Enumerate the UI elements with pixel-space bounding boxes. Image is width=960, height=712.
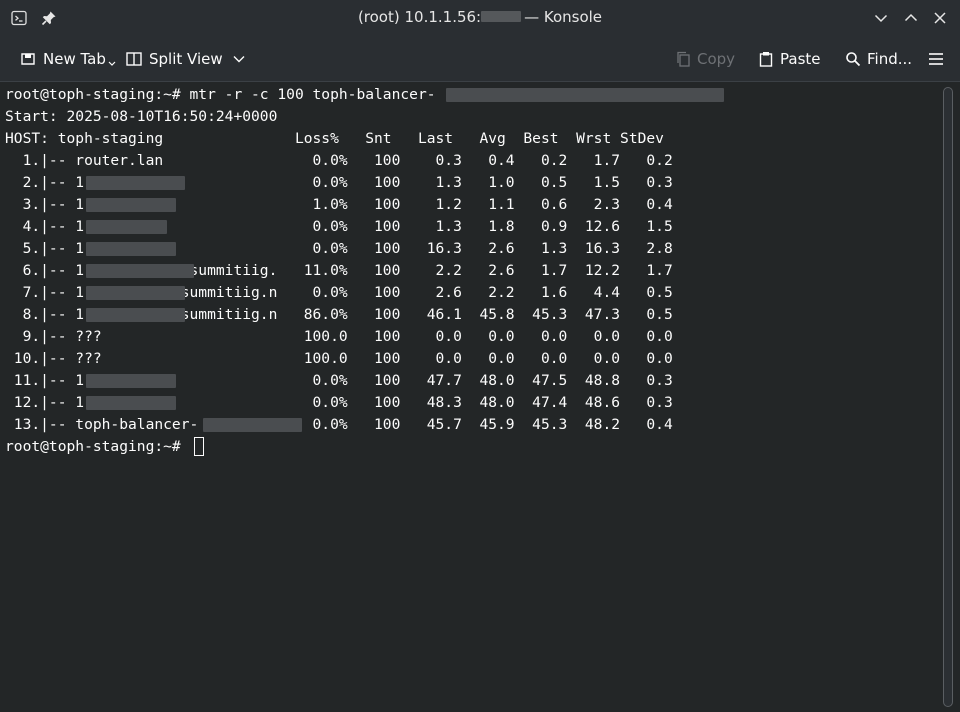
new-tab-icon (21, 53, 35, 65)
find-label: Find... (867, 50, 913, 68)
copy-icon (677, 51, 690, 67)
hamburger-menu-button[interactable] (928, 48, 950, 70)
terminal-start-line: Start: 2025-08-10T16:50:24+0000 (5, 108, 278, 125)
mtr-header-row: HOST: toph-staging Loss% Snt Last Avg Be… (5, 130, 664, 147)
minimize-button[interactable] (872, 9, 890, 27)
paste-icon (759, 52, 773, 67)
terminal-prompt-line: root@toph-staging:~# (5, 438, 190, 455)
redacted-hostname (446, 88, 724, 102)
split-view-button[interactable]: Split View (125, 48, 252, 70)
chevron-down-icon (233, 56, 245, 63)
redacted-ip (86, 396, 176, 410)
copy-button[interactable]: Copy (675, 48, 735, 70)
redacted-ip (86, 308, 185, 322)
close-button[interactable] (931, 9, 949, 27)
mtr-hop-row: 10.|-- ??? 100.0 100 0.0 0.0 0.0 0.0 0.0 (5, 350, 673, 367)
find-button[interactable]: Find... (845, 48, 912, 70)
window-title-host: (root) 10.1.1.56: (357, 8, 482, 26)
redacted-port (481, 11, 522, 22)
search-icon (846, 52, 861, 67)
chevron-down-icon (108, 61, 116, 66)
redacted-ip (86, 286, 185, 300)
new-tab-button[interactable]: New Tab (19, 48, 122, 70)
new-tab-label: New Tab (43, 50, 106, 68)
window-title-app: — Konsole (524, 8, 603, 26)
split-view-label: Split View (149, 50, 223, 68)
redacted-ip (86, 374, 176, 388)
redacted-ip (86, 176, 185, 190)
mtr-hop-row: 9.|-- ??? 100.0 100 0.0 0.0 0.0 0.0 0.0 (5, 328, 673, 345)
redacted-ip (86, 220, 167, 234)
redacted-ip (86, 198, 176, 212)
window-title: (root) 10.1.1.56: — Konsole (0, 8, 960, 26)
toolbar: New Tab Split View Copy Paste Find... (0, 36, 960, 82)
redacted-ip (86, 242, 176, 256)
redacted-hostname (203, 418, 302, 432)
paste-label: Paste (780, 50, 821, 68)
vertical-scrollbar[interactable] (940, 83, 960, 712)
terminal-cursor (194, 437, 204, 456)
hamburger-menu-icon (929, 53, 943, 65)
title-bar: (root) 10.1.1.56: — Konsole (0, 0, 960, 36)
copy-label: Copy (697, 50, 736, 68)
paste-button[interactable]: Paste (758, 48, 821, 70)
mtr-hop-row: 1.|-- router.lan 0.0% 100 0.3 0.4 0.2 1.… (5, 152, 673, 169)
split-view-icon (126, 52, 142, 66)
maximize-button[interactable] (902, 9, 920, 27)
redacted-ip (86, 264, 194, 278)
scrollbar-thumb[interactable] (943, 87, 953, 707)
mtr-hop-row: 13.|-- toph-balancer- 0.0% 100 45.7 45.9… (5, 416, 673, 433)
terminal-view[interactable]: root@toph-staging:~# mtr -r -c 100 toph-… (0, 83, 940, 712)
